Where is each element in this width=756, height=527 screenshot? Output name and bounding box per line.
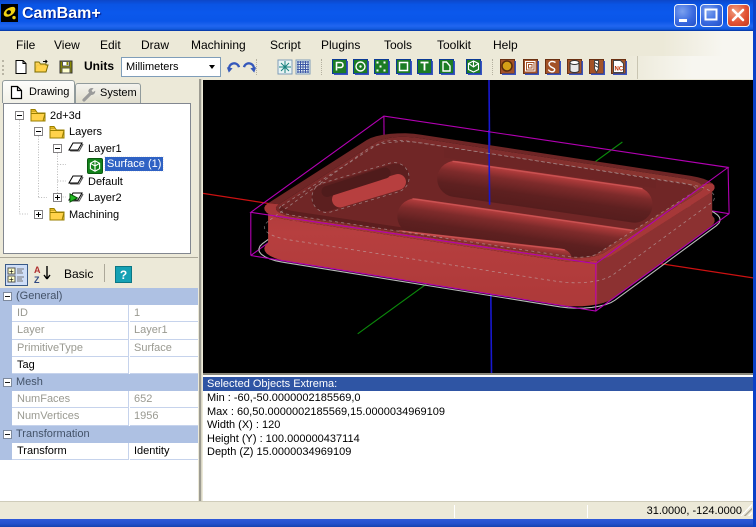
svg-text:NC: NC [615,67,624,73]
svg-text:+: + [9,275,14,284]
svg-text:Z: Z [34,275,40,284]
svg-text:A: A [34,265,41,275]
